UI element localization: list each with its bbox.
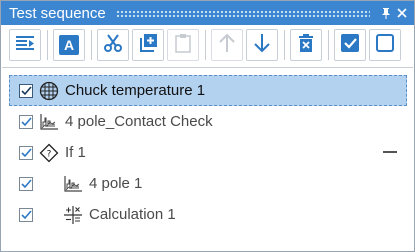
move-up-button[interactable] xyxy=(211,29,243,61)
tree-item-label: 4 pole_Contact Check xyxy=(65,113,213,130)
globe-grid-icon xyxy=(39,81,59,101)
check-all-icon xyxy=(340,33,360,58)
toolbar-separator xyxy=(205,30,206,60)
move-down-button[interactable] xyxy=(246,29,278,61)
toolbar: A xyxy=(1,25,414,65)
item-checkbox[interactable] xyxy=(19,114,33,129)
tree-item-chuck-temperature[interactable]: Chuck temperature 1 xyxy=(9,75,407,106)
uncheck-all-icon xyxy=(375,33,395,58)
rename-button[interactable]: A xyxy=(53,29,85,61)
close-icon[interactable] xyxy=(394,3,410,23)
chart-step-icon xyxy=(63,174,83,194)
item-checkbox[interactable] xyxy=(19,207,33,222)
move-down-icon xyxy=(253,33,271,58)
toolbar-divider xyxy=(2,67,413,68)
paste-icon xyxy=(174,33,192,58)
item-checkbox[interactable] xyxy=(19,83,33,98)
toolbar-separator xyxy=(47,30,48,60)
tree-item-if[interactable]: ? If 1 xyxy=(9,137,407,168)
chart-step-icon xyxy=(39,112,59,132)
tree-item-4-pole-contact-check[interactable]: 4 pole_Contact Check xyxy=(9,106,407,137)
duplicate-button[interactable] xyxy=(132,29,164,61)
tree-item-calculation[interactable]: Calculation 1 xyxy=(9,199,407,230)
collapse-icon[interactable] xyxy=(383,151,397,153)
tree-item-label: Chuck temperature 1 xyxy=(65,82,206,99)
panel-title: Test sequence xyxy=(9,4,106,22)
paste-button[interactable] xyxy=(167,29,199,61)
drag-grip[interactable] xyxy=(115,9,370,17)
cut-icon xyxy=(103,33,123,58)
toolbar-separator xyxy=(328,30,329,60)
item-checkbox[interactable] xyxy=(19,176,33,191)
toolbar-separator xyxy=(284,30,285,60)
toolbar-separator xyxy=(91,30,92,60)
condition-diamond-icon: ? xyxy=(39,143,59,163)
svg-text:?: ? xyxy=(47,149,52,159)
sequence-tree: Chuck temperature 1 4 pole_Contact Check xyxy=(9,75,407,230)
duplicate-icon xyxy=(138,33,158,58)
item-checkbox[interactable] xyxy=(19,145,33,160)
tree-item-4-pole[interactable]: 4 pole 1 xyxy=(9,168,407,199)
calculator-icon xyxy=(63,205,83,225)
check-all-button[interactable] xyxy=(334,29,366,61)
delete-button[interactable] xyxy=(290,29,322,61)
panel-title-bar[interactable]: Test sequence xyxy=(1,1,414,25)
delete-icon xyxy=(298,33,314,58)
tree-item-label: 4 pole 1 xyxy=(89,175,143,192)
format-list-button[interactable] xyxy=(9,29,41,61)
test-sequence-panel: Test sequence A Chuck temperature 1 4 po… xyxy=(0,0,415,252)
pin-icon[interactable] xyxy=(378,3,394,23)
tree-item-label: If 1 xyxy=(65,144,86,161)
uncheck-all-button[interactable] xyxy=(369,29,401,61)
tree-item-label: Calculation 1 xyxy=(89,206,176,223)
cut-button[interactable] xyxy=(97,29,129,61)
move-up-icon xyxy=(218,33,236,58)
format-list-icon xyxy=(15,34,35,57)
rename-icon: A xyxy=(59,35,79,55)
